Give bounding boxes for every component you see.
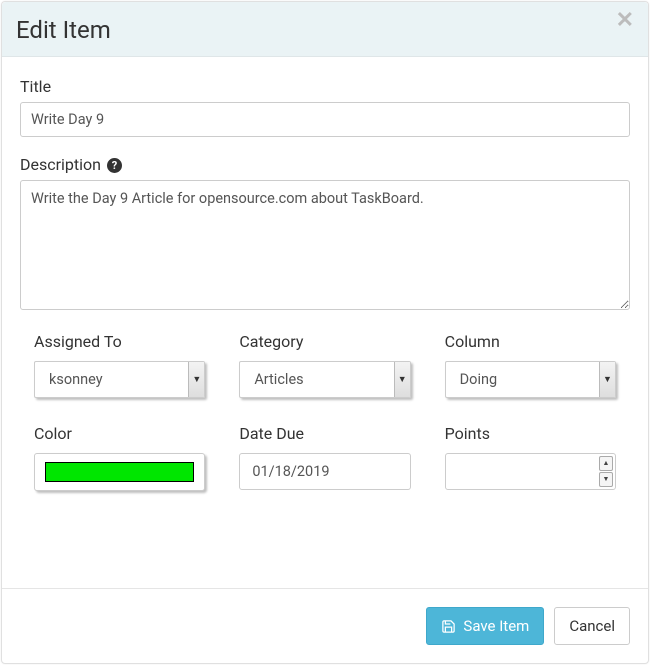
color-group: Color	[34, 424, 205, 491]
modal-title: Edit Item	[16, 16, 630, 44]
column-select-wrap: Doing ▼	[445, 361, 616, 398]
description-label: Description ?	[20, 155, 630, 174]
close-icon[interactable]: ✕	[616, 10, 634, 32]
row-assign-cat-col: Assigned To ksonney ▼ Category Articles …	[20, 332, 630, 398]
category-group: Category Articles ▼	[239, 332, 410, 398]
cancel-button-label: Cancel	[569, 617, 615, 635]
title-input[interactable]	[20, 102, 630, 137]
description-input[interactable]	[20, 180, 630, 310]
description-label-text: Description	[20, 155, 101, 174]
assigned-group: Assigned To ksonney ▼	[34, 332, 205, 398]
points-label: Points	[445, 424, 616, 443]
date-input[interactable]	[239, 453, 410, 490]
column-select[interactable]: Doing	[445, 361, 616, 398]
category-select-wrap: Articles ▼	[239, 361, 410, 398]
color-label: Color	[34, 424, 205, 443]
color-swatch	[45, 462, 194, 482]
category-select[interactable]: Articles	[239, 361, 410, 398]
points-input[interactable]	[445, 453, 616, 490]
modal-body: Title Description ? Assigned To ksonney …	[2, 57, 648, 588]
assigned-select-wrap: ksonney ▼	[34, 361, 205, 398]
title-label: Title	[20, 77, 630, 96]
date-group: Date Due	[239, 424, 410, 491]
spinner-up-icon[interactable]: ▲	[599, 456, 613, 471]
date-label: Date Due	[239, 424, 410, 443]
column-label: Column	[445, 332, 616, 351]
column-group: Column Doing ▼	[445, 332, 616, 398]
cancel-button[interactable]: Cancel	[554, 607, 630, 645]
floppy-disk-icon	[441, 619, 456, 634]
points-input-wrap: ▲ ▼	[445, 453, 616, 490]
category-label: Category	[239, 332, 410, 351]
points-spinner: ▲ ▼	[599, 456, 613, 487]
assigned-label: Assigned To	[34, 332, 205, 351]
points-group: Points ▲ ▼	[445, 424, 616, 491]
help-icon[interactable]: ?	[107, 158, 122, 173]
title-group: Title	[20, 77, 630, 137]
modal-footer: Save Item Cancel	[2, 588, 648, 663]
assigned-select[interactable]: ksonney	[34, 361, 205, 398]
modal-header: Edit Item ✕	[2, 2, 648, 57]
row-color-date-points: Color Date Due Points ▲ ▼	[20, 424, 630, 491]
color-input[interactable]	[34, 453, 205, 491]
save-button[interactable]: Save Item	[426, 607, 544, 645]
edit-item-modal: Edit Item ✕ Title Description ? Assigned…	[1, 1, 649, 664]
save-button-label: Save Item	[463, 617, 529, 635]
spinner-down-icon[interactable]: ▼	[599, 472, 613, 487]
description-group: Description ?	[20, 155, 630, 314]
